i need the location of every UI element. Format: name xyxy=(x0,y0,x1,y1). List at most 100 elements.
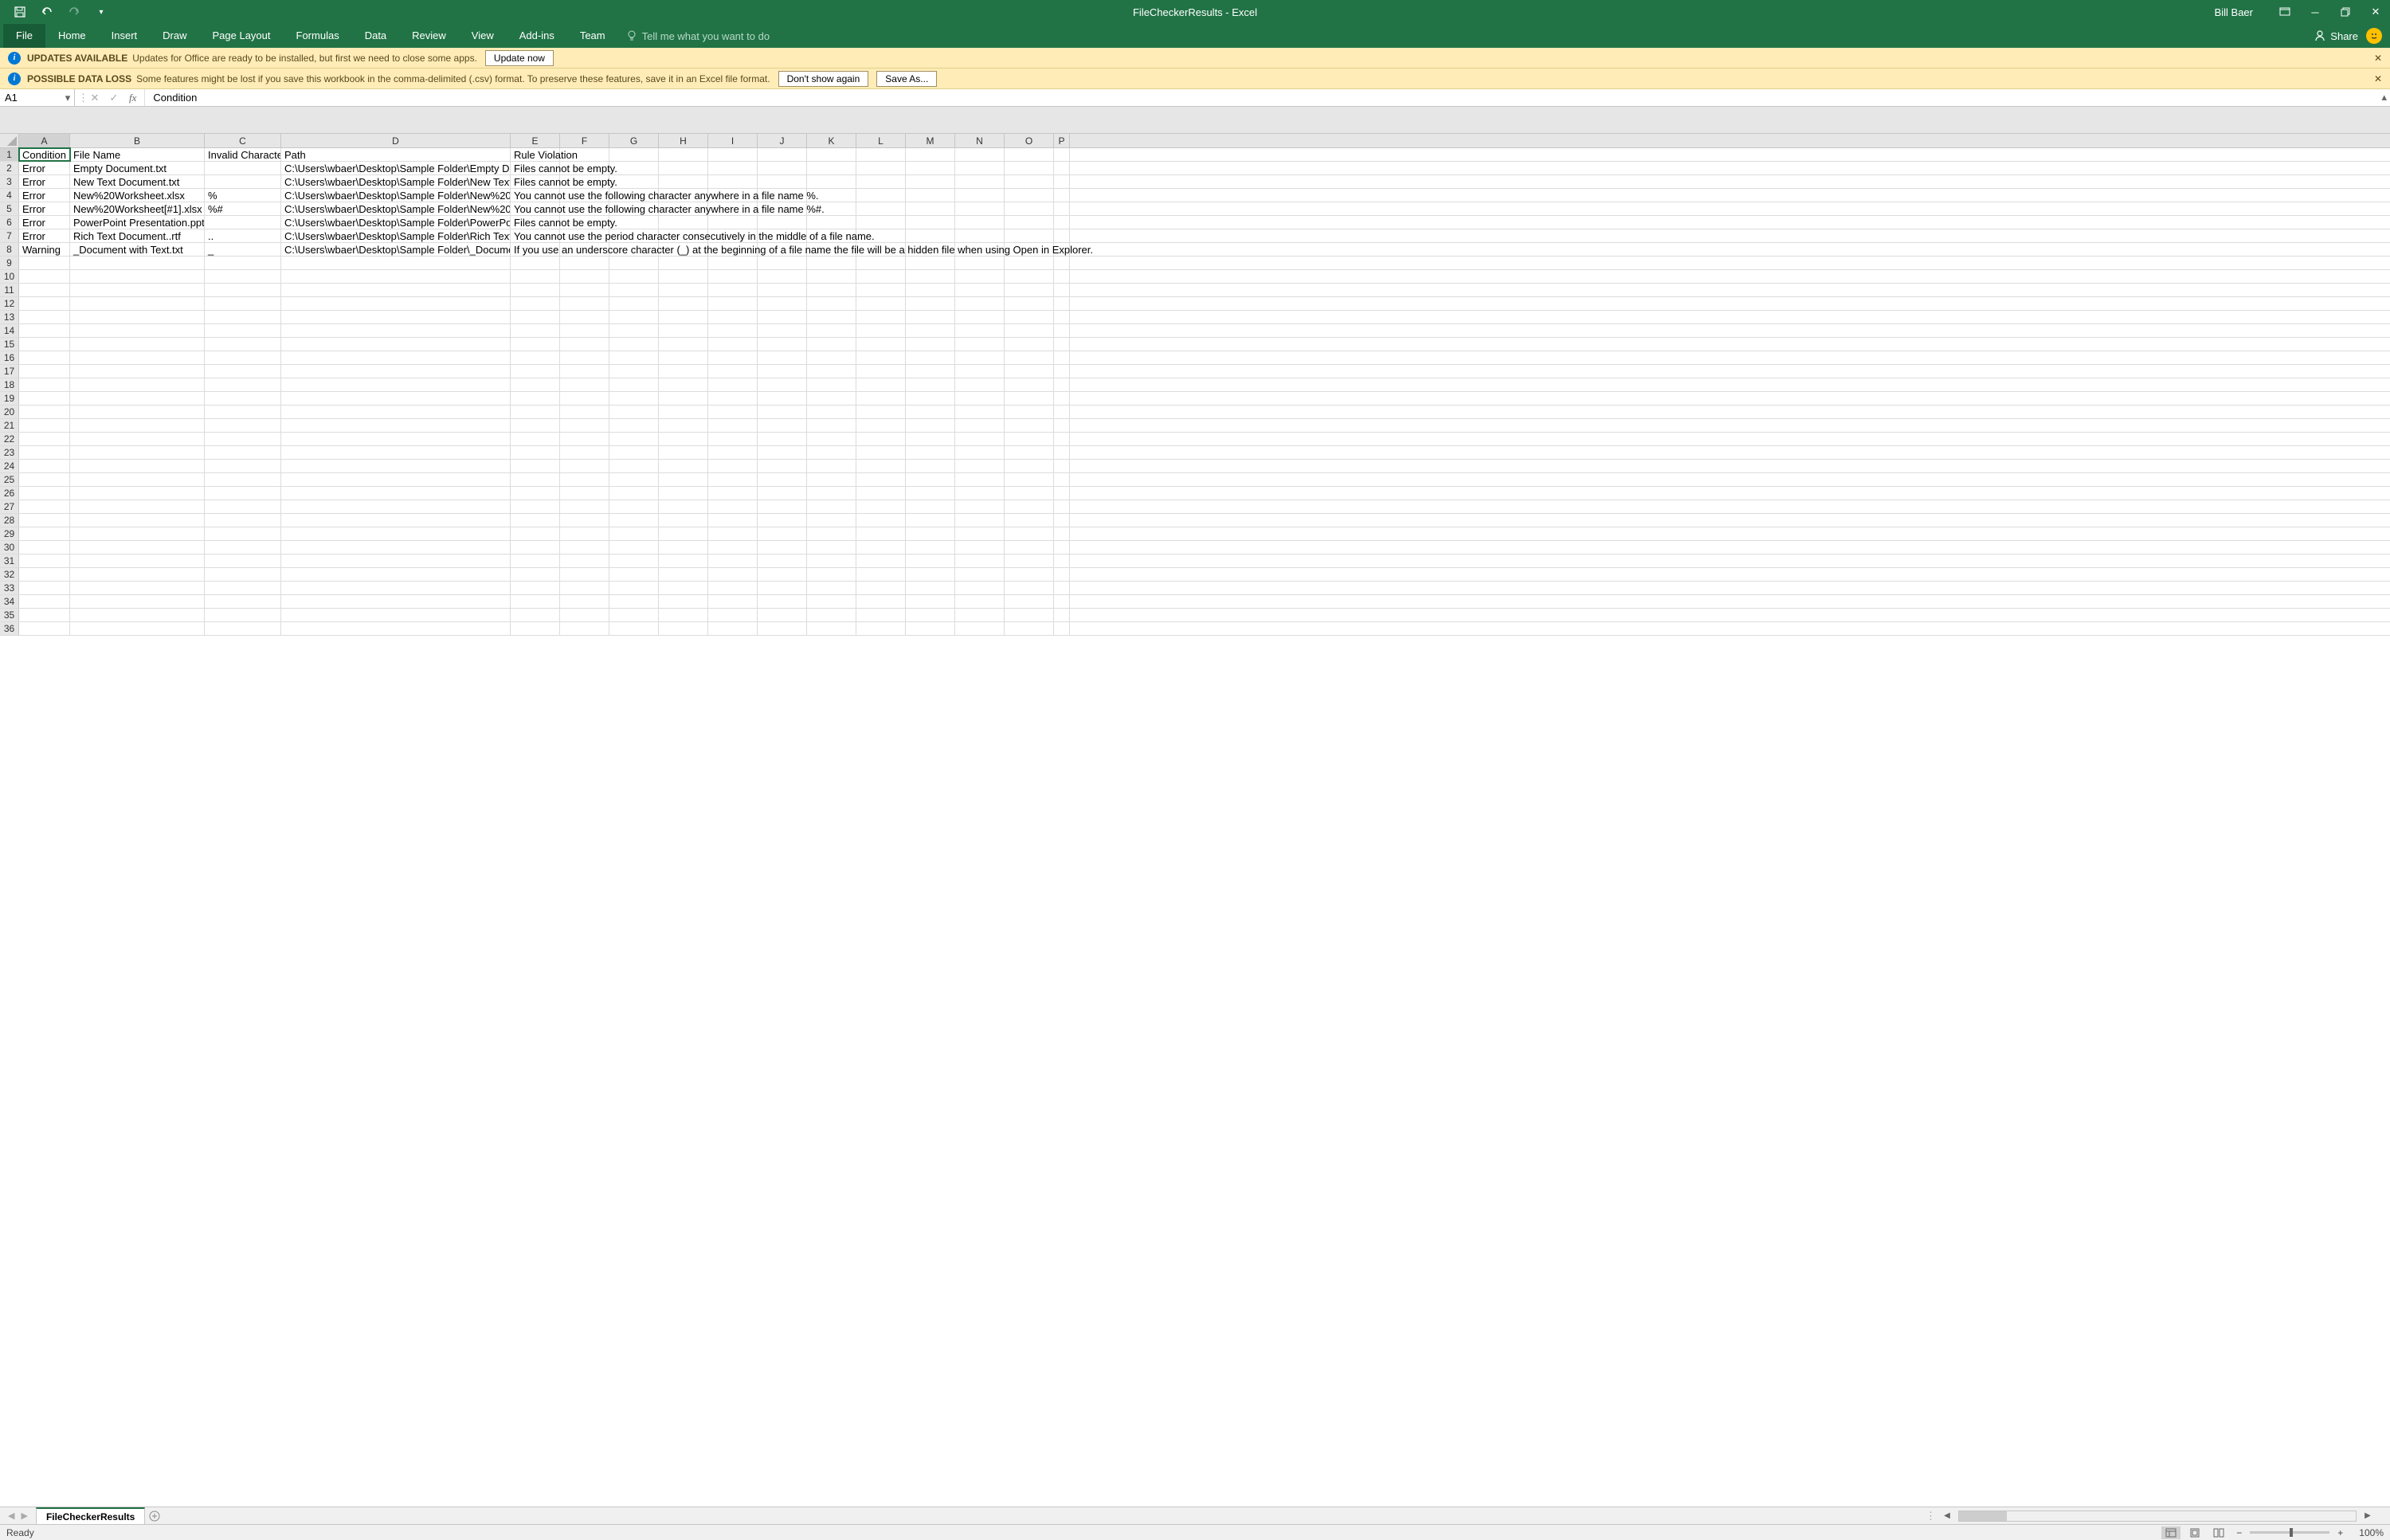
cell[interactable] xyxy=(856,216,906,229)
cell[interactable] xyxy=(205,419,281,432)
row-header-11[interactable]: 11 xyxy=(0,284,19,296)
cell[interactable] xyxy=(1054,297,1070,310)
cell[interactable] xyxy=(955,338,1005,351)
cell[interactable] xyxy=(955,582,1005,594)
cell[interactable] xyxy=(1005,216,1054,229)
cell[interactable] xyxy=(19,582,70,594)
cell[interactable] xyxy=(906,500,955,513)
cell[interactable] xyxy=(70,257,205,269)
cell[interactable] xyxy=(70,365,205,378)
cell[interactable] xyxy=(205,582,281,594)
cell[interactable] xyxy=(708,338,758,351)
cell[interactable] xyxy=(609,406,659,418)
cell[interactable] xyxy=(205,568,281,581)
cell[interactable] xyxy=(955,297,1005,310)
cell[interactable] xyxy=(856,351,906,364)
cell[interactable] xyxy=(511,257,560,269)
cell[interactable] xyxy=(758,514,807,527)
cell[interactable] xyxy=(1054,162,1070,174)
cell[interactable] xyxy=(281,365,511,378)
cell[interactable] xyxy=(906,229,955,242)
cell[interactable] xyxy=(1005,406,1054,418)
cell[interactable] xyxy=(906,527,955,540)
cell[interactable] xyxy=(560,378,609,391)
cell[interactable] xyxy=(856,460,906,472)
cell[interactable] xyxy=(19,324,70,337)
cell[interactable] xyxy=(856,622,906,635)
cell[interactable]: Files cannot be empty. xyxy=(511,175,560,188)
cell[interactable] xyxy=(1054,324,1070,337)
zoom-out-button[interactable]: − xyxy=(2233,1527,2245,1538)
row-header-6[interactable]: 6 xyxy=(0,216,19,229)
cell[interactable] xyxy=(906,392,955,405)
cell[interactable] xyxy=(807,148,856,161)
cell[interactable] xyxy=(955,460,1005,472)
cell[interactable] xyxy=(70,595,205,608)
cell[interactable] xyxy=(205,257,281,269)
cell[interactable] xyxy=(807,257,856,269)
cell[interactable] xyxy=(560,392,609,405)
cell[interactable] xyxy=(205,311,281,323)
cell[interactable] xyxy=(281,351,511,364)
cell[interactable]: Path xyxy=(281,148,511,161)
cell[interactable] xyxy=(1054,433,1070,445)
zoom-slider[interactable] xyxy=(2250,1531,2329,1534)
cell[interactable] xyxy=(560,609,609,621)
cell[interactable] xyxy=(19,460,70,472)
cell[interactable] xyxy=(205,595,281,608)
column-header-E[interactable]: E xyxy=(511,134,560,147)
cell[interactable]: C:\Users\wbaer\Desktop\Sample Folder\New… xyxy=(281,202,511,215)
row-header-9[interactable]: 9 xyxy=(0,257,19,269)
cell[interactable] xyxy=(70,514,205,527)
restore-button[interactable] xyxy=(2331,0,2360,24)
cell[interactable] xyxy=(19,257,70,269)
cell[interactable] xyxy=(19,406,70,418)
cell[interactable] xyxy=(955,351,1005,364)
cell[interactable] xyxy=(19,609,70,621)
redo-button[interactable] xyxy=(62,2,86,22)
cell[interactable] xyxy=(281,297,511,310)
cell[interactable] xyxy=(205,460,281,472)
cell[interactable] xyxy=(281,473,511,486)
cell[interactable] xyxy=(70,487,205,500)
cell[interactable] xyxy=(807,351,856,364)
cell[interactable] xyxy=(758,595,807,608)
cell[interactable] xyxy=(856,500,906,513)
spreadsheet-grid[interactable]: ABCDEFGHIJKLMNOP1ConditionFile NameInval… xyxy=(0,134,2390,1507)
cell[interactable] xyxy=(708,148,758,161)
cell[interactable] xyxy=(659,351,708,364)
cell[interactable]: Files cannot be empty. xyxy=(511,216,560,229)
cell[interactable] xyxy=(70,351,205,364)
cell[interactable] xyxy=(856,148,906,161)
cell[interactable] xyxy=(1054,527,1070,540)
cell[interactable] xyxy=(856,257,906,269)
cell[interactable] xyxy=(708,554,758,567)
cell[interactable] xyxy=(758,446,807,459)
cell[interactable] xyxy=(659,216,708,229)
cell[interactable] xyxy=(758,284,807,296)
cell[interactable] xyxy=(955,514,1005,527)
row-header-16[interactable]: 16 xyxy=(0,351,19,364)
cell[interactable] xyxy=(659,257,708,269)
cell[interactable] xyxy=(955,270,1005,283)
cell[interactable] xyxy=(1005,257,1054,269)
cell[interactable] xyxy=(560,487,609,500)
cell[interactable] xyxy=(906,311,955,323)
cell[interactable] xyxy=(609,338,659,351)
share-button[interactable]: Share xyxy=(2314,30,2358,42)
cell[interactable] xyxy=(807,460,856,472)
tab-review[interactable]: Review xyxy=(399,24,459,48)
cell[interactable] xyxy=(1054,473,1070,486)
row-header-14[interactable]: 14 xyxy=(0,324,19,337)
cell[interactable] xyxy=(807,609,856,621)
undo-button[interactable] xyxy=(35,2,59,22)
cell[interactable] xyxy=(708,460,758,472)
row-header-29[interactable]: 29 xyxy=(0,527,19,540)
cell[interactable] xyxy=(1005,338,1054,351)
cell[interactable] xyxy=(955,216,1005,229)
cell[interactable] xyxy=(856,202,906,215)
cell[interactable] xyxy=(1005,189,1054,202)
row-header-23[interactable]: 23 xyxy=(0,446,19,459)
normal-view-button[interactable] xyxy=(2161,1526,2180,1539)
cell[interactable] xyxy=(659,500,708,513)
